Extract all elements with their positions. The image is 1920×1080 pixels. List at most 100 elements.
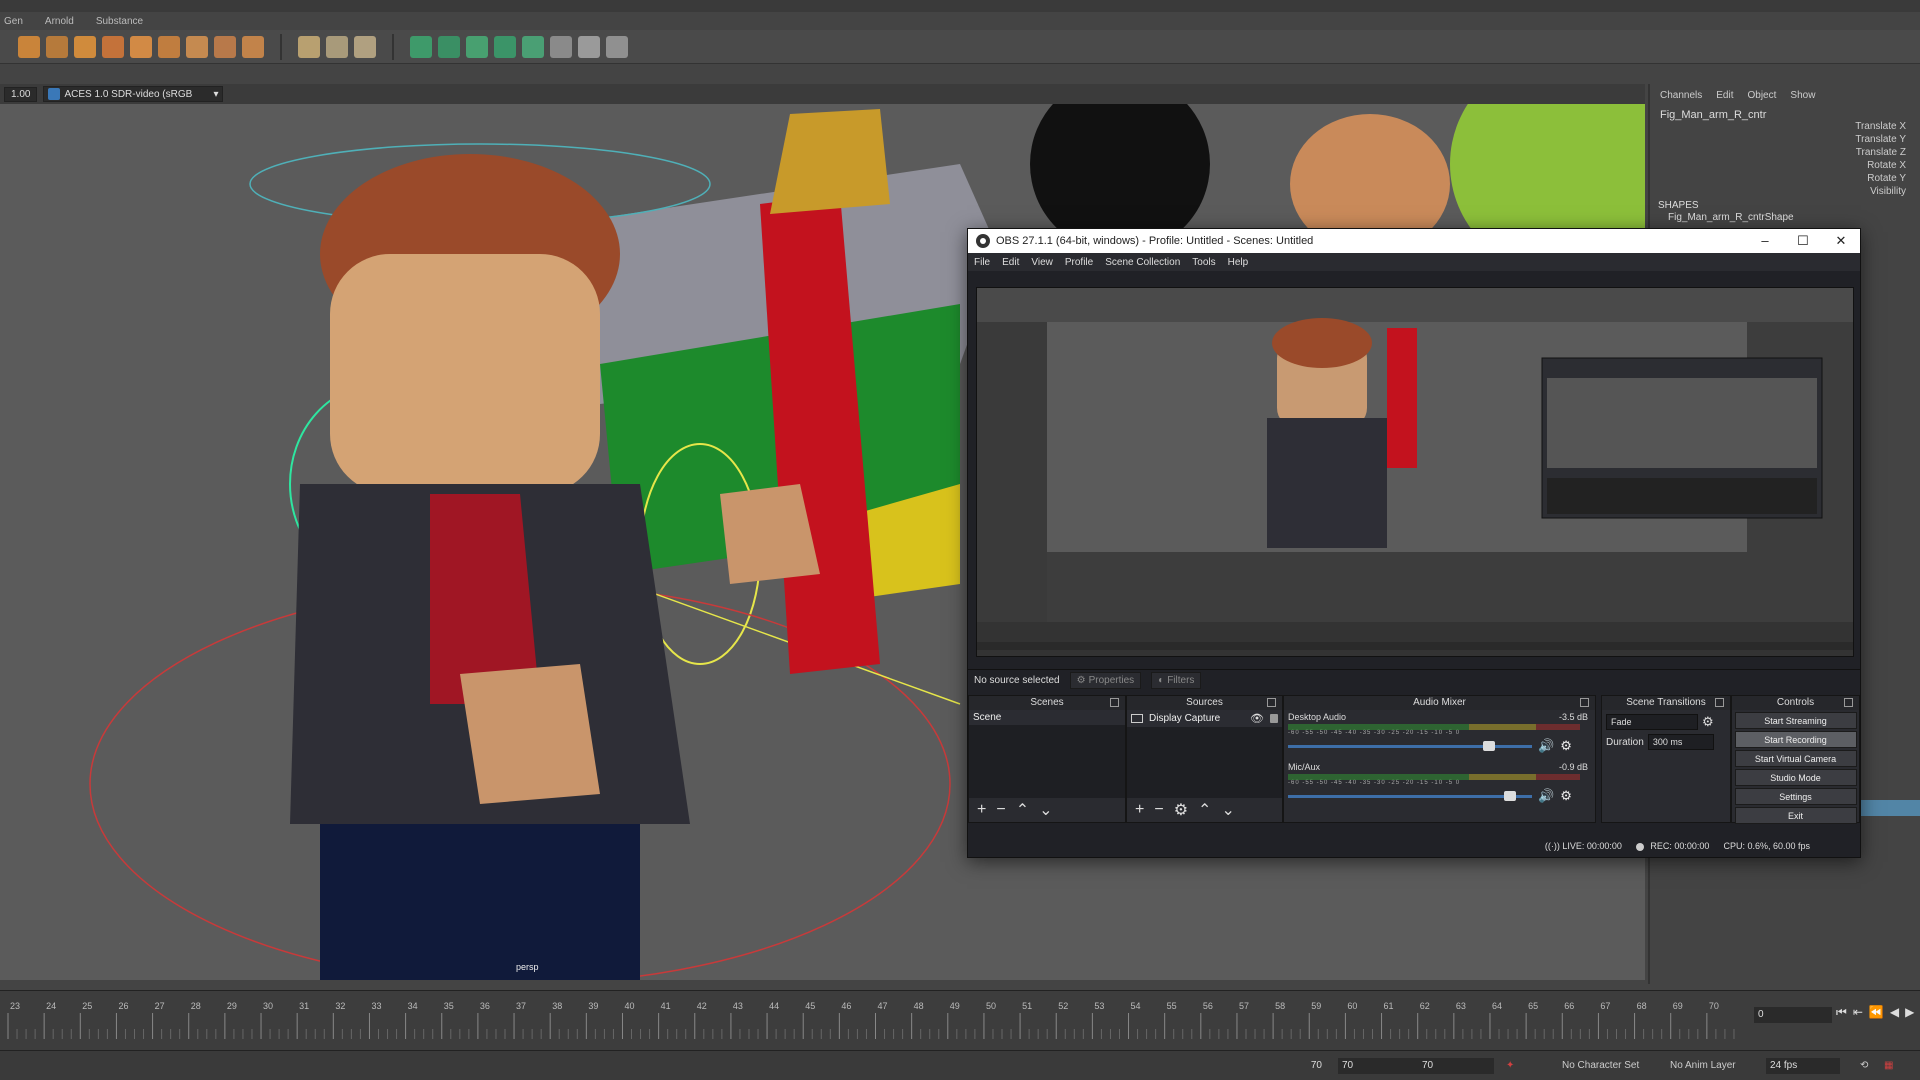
minimize-icon[interactable]: –: [1746, 233, 1784, 249]
menu-file[interactable]: File: [974, 257, 990, 268]
menu-object[interactable]: Object: [1748, 90, 1777, 101]
move-up-icon[interactable]: ⌃: [1198, 800, 1211, 820]
preferences-icon[interactable]: ▦: [1884, 1060, 1893, 1071]
obs-preview[interactable]: [976, 287, 1854, 657]
volume-slider[interactable]: [1288, 740, 1532, 751]
start-virtual-camera-button[interactable]: Start Virtual Camera: [1734, 750, 1857, 767]
constraint-icon[interactable]: [578, 35, 600, 58]
remove-source-icon[interactable]: −: [1154, 801, 1163, 819]
eye-icon[interactable]: 👁: [1250, 712, 1264, 725]
maximize-icon[interactable]: ☐: [1784, 233, 1822, 249]
uv-editor-icon[interactable]: [550, 35, 572, 58]
range-start-field[interactable]: 70: [1338, 1057, 1418, 1074]
menu-help[interactable]: Help: [1228, 257, 1249, 268]
ipr-icon[interactable]: [438, 35, 460, 58]
undock-icon[interactable]: [1267, 698, 1276, 707]
hypershade-icon[interactable]: [494, 35, 516, 58]
lattice-icon[interactable]: [158, 35, 180, 58]
exposure-field[interactable]: 1.00: [4, 86, 38, 102]
menu-scene-collection[interactable]: Scene Collection: [1105, 257, 1180, 268]
exit-button[interactable]: Exit: [1734, 807, 1857, 824]
menu-edit[interactable]: Edit: [1716, 90, 1733, 101]
move-down-icon[interactable]: ⌄: [1039, 800, 1052, 820]
current-frame-field[interactable]: 0: [1754, 1007, 1832, 1023]
fps-dropdown[interactable]: 24 fps: [1766, 1057, 1840, 1074]
color-space-dropdown[interactable]: ACES 1.0 SDR-video (sRGB ▾: [43, 86, 224, 102]
loop-icon[interactable]: ⟲: [1860, 1060, 1868, 1071]
add-scene-icon[interactable]: +: [977, 801, 986, 819]
move-down-icon[interactable]: ⌄: [1221, 800, 1234, 820]
annotate-icon[interactable]: [354, 35, 376, 58]
menu-edit[interactable]: Edit: [1002, 257, 1019, 268]
volume-slider[interactable]: [1288, 790, 1532, 801]
remove-scene-icon[interactable]: −: [996, 801, 1005, 819]
bind-skin-icon[interactable]: [74, 35, 96, 58]
render-settings-icon[interactable]: [466, 35, 488, 58]
properties-button[interactable]: ⚙ Properties: [1069, 672, 1142, 689]
go-to-start-icon[interactable]: ⏮: [1836, 1005, 1847, 1020]
lock-icon[interactable]: [1270, 714, 1278, 723]
speaker-icon[interactable]: 🔊: [1538, 788, 1554, 804]
attr-translate-x[interactable]: Translate X: [1855, 120, 1906, 133]
attr-rotate-x[interactable]: Rotate X: [1855, 159, 1906, 172]
anim-layer-dropdown[interactable]: No Anim Layer: [1670, 1060, 1736, 1071]
gear-icon[interactable]: ⚙: [1560, 788, 1572, 804]
shelf-tab-arnold[interactable]: Arnold: [45, 16, 74, 27]
range-end-field[interactable]: 70: [1418, 1057, 1494, 1074]
joint-tool-icon[interactable]: [18, 35, 40, 58]
attr-translate-z[interactable]: Translate Z: [1855, 146, 1906, 159]
auto-key-icon[interactable]: ✦: [1506, 1060, 1514, 1071]
paint-weights-icon[interactable]: [102, 35, 124, 58]
move-up-icon[interactable]: ⌃: [1016, 800, 1029, 820]
slider-knob[interactable]: [1503, 790, 1516, 801]
shape-node-name[interactable]: Fig_Man_arm_R_cntrShape: [1668, 212, 1794, 223]
undock-icon[interactable]: [1844, 698, 1853, 707]
list-item[interactable]: Scene: [969, 710, 1125, 725]
attr-visibility[interactable]: Visibility: [1855, 185, 1906, 198]
character-set-dropdown[interactable]: No Character Set: [1562, 1060, 1639, 1071]
menu-show[interactable]: Show: [1790, 90, 1815, 101]
add-source-icon[interactable]: +: [1135, 801, 1144, 819]
step-back-frame-icon[interactable]: ⏪: [1869, 1005, 1884, 1020]
time-slider[interactable]: 23 24 25 26 27 28 29 30 31 32 33 34 35 36 37 38 39 40 41 42…: [0, 990, 1920, 1050]
gear-icon[interactable]: ⚙: [1702, 714, 1714, 730]
play-forward-icon[interactable]: ▶: [1905, 1005, 1914, 1020]
close-icon[interactable]: ✕: [1822, 233, 1860, 249]
render-icon[interactable]: [410, 35, 432, 58]
menu-channels[interactable]: Channels: [1660, 90, 1702, 101]
attr-rotate-y[interactable]: Rotate Y: [1855, 172, 1906, 185]
channel-name: Mic/Aux: [1288, 762, 1321, 772]
undock-icon[interactable]: [1110, 698, 1119, 707]
start-streaming-button[interactable]: Start Streaming: [1734, 712, 1857, 729]
attr-translate-y[interactable]: Translate Y: [1855, 133, 1906, 146]
slider-knob[interactable]: [1482, 740, 1495, 751]
studio-mode-button[interactable]: Studio Mode: [1734, 769, 1857, 786]
step-back-key-icon[interactable]: ⇤: [1853, 1005, 1863, 1020]
list-item[interactable]: Display Capture 👁: [1127, 710, 1282, 727]
wrap-icon[interactable]: [186, 35, 208, 58]
gear-icon[interactable]: ⚙: [1560, 738, 1572, 754]
speaker-icon[interactable]: 🔊: [1538, 738, 1554, 754]
start-recording-button[interactable]: Start Recording: [1734, 731, 1857, 748]
undock-icon[interactable]: [1715, 698, 1724, 707]
ik-handle-icon[interactable]: [46, 35, 68, 58]
play-back-icon[interactable]: ◀: [1890, 1005, 1899, 1020]
nonlinear-icon[interactable]: [242, 35, 264, 58]
menu-profile[interactable]: Profile: [1065, 257, 1093, 268]
cross-tool-icon[interactable]: [606, 35, 628, 58]
settings-button[interactable]: Settings: [1734, 788, 1857, 805]
shelf-tab-gen[interactable]: Gen: [4, 16, 23, 27]
light-icon[interactable]: [522, 35, 544, 58]
gear-icon[interactable]: ⚙: [1174, 800, 1188, 820]
sculpt-icon[interactable]: [298, 35, 320, 58]
menu-view[interactable]: View: [1031, 257, 1053, 268]
menu-tools[interactable]: Tools: [1192, 257, 1215, 268]
transition-select[interactable]: Fade: [1606, 714, 1698, 730]
measure-icon[interactable]: [326, 35, 348, 58]
cluster-icon[interactable]: [130, 35, 152, 58]
blendshape-icon[interactable]: [214, 35, 236, 58]
filters-button[interactable]: ◐ Filters: [1151, 672, 1202, 689]
shelf-tab-substance[interactable]: Substance: [96, 16, 143, 27]
undock-icon[interactable]: [1580, 698, 1589, 707]
duration-input[interactable]: 300 ms: [1647, 734, 1714, 750]
